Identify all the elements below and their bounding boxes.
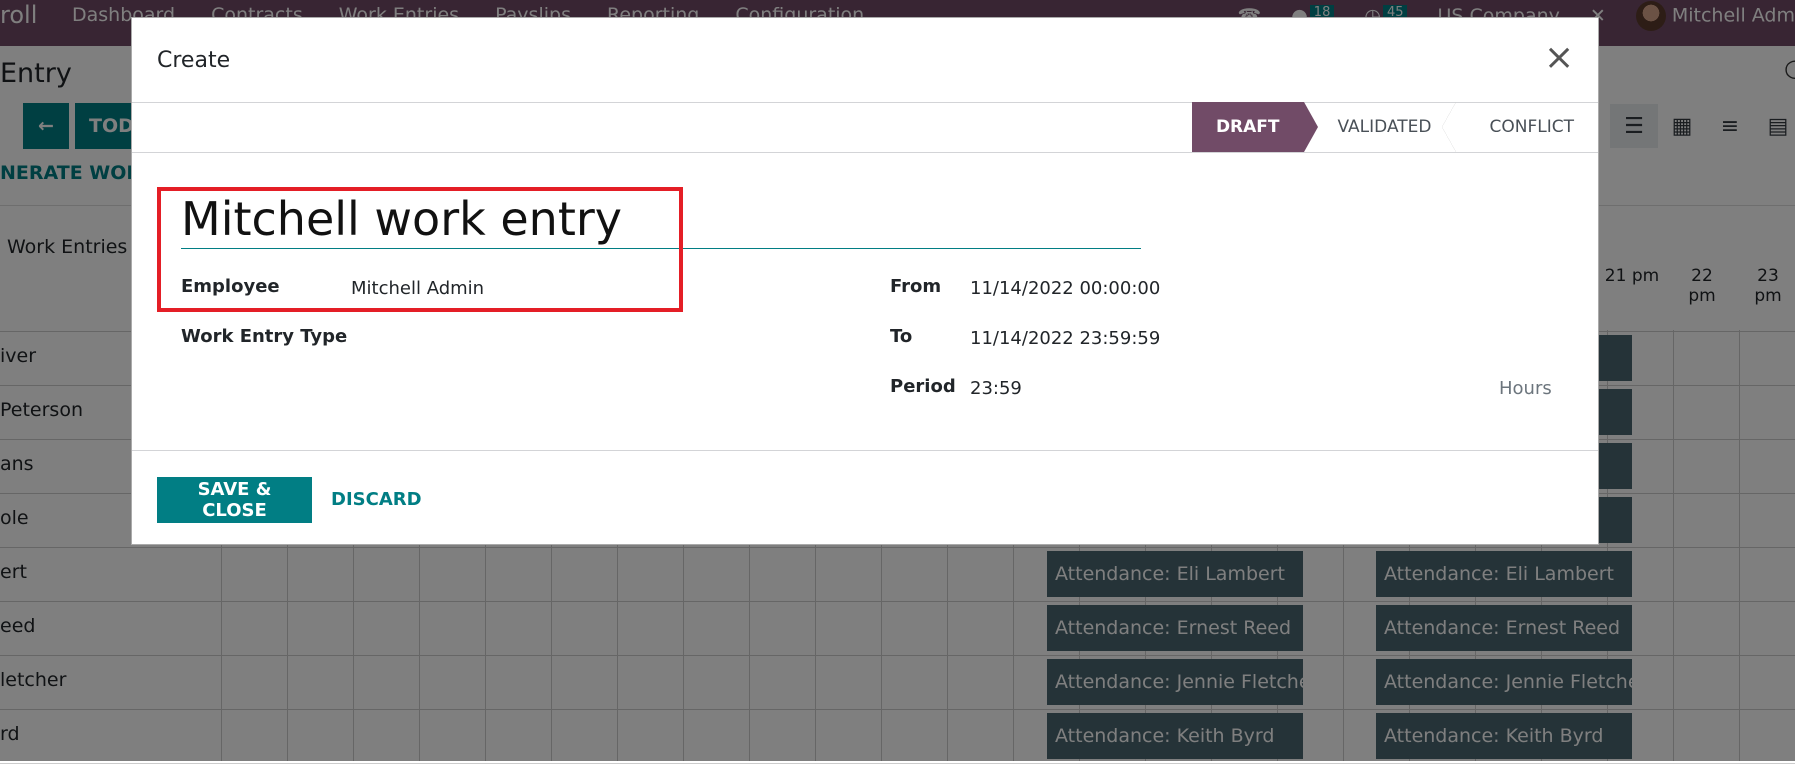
period-unit: Hours [1499,378,1552,399]
annotation-highlight-box [157,187,683,312]
statusbar-divider [132,152,1598,153]
period-label: Period [890,376,956,397]
close-icon[interactable]: × [1544,40,1574,76]
status-conflict[interactable]: CONFLICT [1456,102,1599,152]
to-field[interactable]: 11/14/2022 23:59:59 [970,328,1160,349]
from-field[interactable]: 11/14/2022 00:00:00 [970,278,1160,299]
work-entry-type-label: Work Entry Type [181,326,348,347]
footer-divider [132,450,1598,451]
dialog-title: Create [157,48,231,73]
status-validated[interactable]: VALIDATED [1304,102,1456,152]
discard-button[interactable]: DISCARD [331,477,422,523]
period-field[interactable]: 23:59 [970,378,1022,399]
background-page: roll Dashboard Contracts Work Entries Pa… [0,0,1795,764]
status-draft[interactable]: DRAFT [1191,102,1318,152]
work-entry-type-field[interactable] [351,326,651,350]
from-label: From [890,276,942,297]
status-bar: DRAFT VALIDATED CONFLICT [1191,102,1599,152]
to-label: To [890,326,913,347]
save-and-close-button[interactable]: SAVE & CLOSE [157,477,312,523]
